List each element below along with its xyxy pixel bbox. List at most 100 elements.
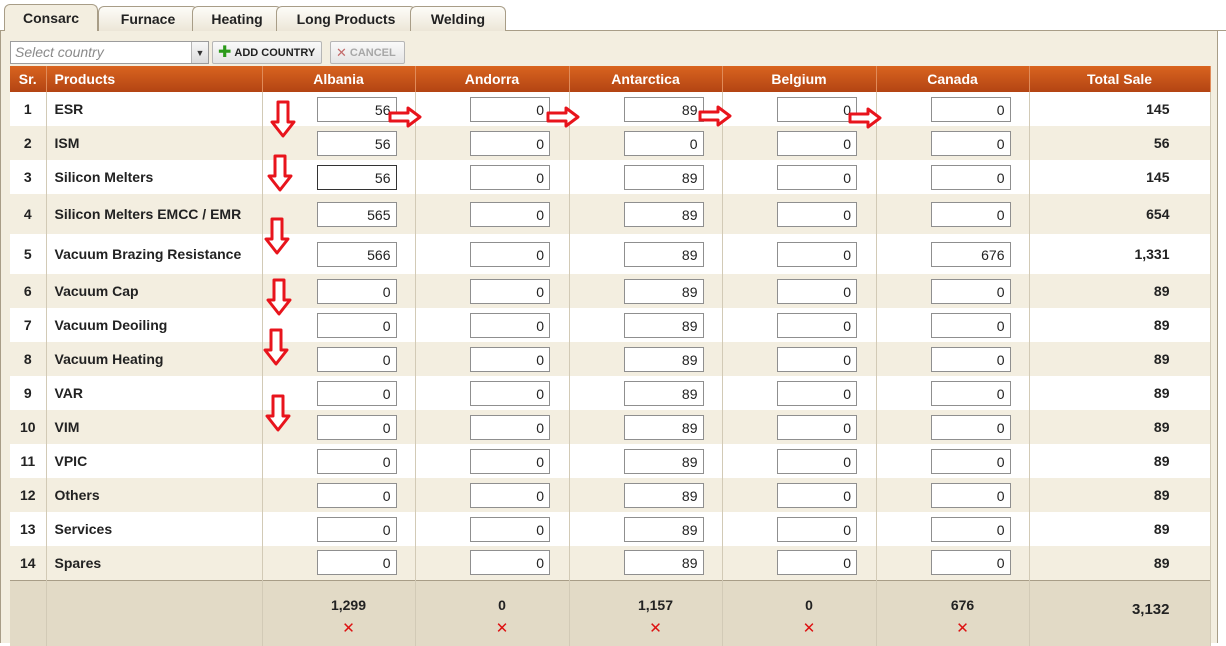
sale-input[interactable]: 0 [930,130,1011,156]
sale-input[interactable]: 0 [930,414,1011,440]
sale-input[interactable]: 566 [316,241,397,267]
sale-input[interactable]: 0 [777,414,857,440]
sale-input[interactable]: 0 [470,550,550,576]
sale-input[interactable]: 0 [930,346,1011,372]
sale-input[interactable]: 0 [930,96,1011,122]
table-row: 8 Vacuum Heating 0 0 89 0 0 89 [10,342,1211,376]
sale-input[interactable]: 0 [316,414,397,440]
sale-input[interactable]: 89 [623,96,704,122]
sale-input[interactable]: 56 [316,130,397,156]
tab-consarc[interactable]: Consarc [4,4,98,32]
sale-input[interactable]: 0 [470,96,550,122]
sale-input[interactable]: 565 [316,201,397,227]
sale-input[interactable]: 89 [623,380,704,406]
sale-input[interactable]: 89 [623,201,704,227]
sale-input[interactable]: 0 [470,278,550,304]
sale-input[interactable]: 89 [623,346,704,372]
sale-input[interactable]: 0 [777,130,857,156]
sale-input[interactable]: 0 [470,164,550,190]
sale-input[interactable]: 0 [930,482,1011,508]
table-row: 13 Services 0 0 89 0 0 89 [10,512,1211,546]
sale-input[interactable]: 0 [777,550,857,576]
sale-input[interactable]: 0 [316,346,397,372]
sale-input[interactable]: 0 [930,201,1011,227]
sale-input[interactable]: 0 [777,380,857,406]
product-name: Vacuum Heating [46,342,263,376]
sale-input[interactable]: 0 [777,516,857,542]
sale-input[interactable]: 89 [623,550,704,576]
header-country: Antarctica [569,66,723,92]
chevron-down-icon[interactable]: ▼ [191,42,208,63]
country-select[interactable]: Select country ▼ [10,41,209,64]
sale-input[interactable]: 0 [470,414,550,440]
table-row: 12 Others 0 0 89 0 0 89 [10,478,1211,512]
sale-input[interactable]: 676 [930,241,1011,267]
sale-input[interactable]: 0 [777,448,857,474]
sale-input[interactable]: 0 [777,96,857,122]
table-row: 1 ESR 56 0 89 0 0 145 [10,92,1211,126]
row-number: 14 [10,546,47,580]
remove-column-icon[interactable]: ✕ [743,619,876,637]
sale-input[interactable]: 89 [623,164,704,190]
sale-input[interactable]: 0 [930,448,1011,474]
sale-input[interactable]: 0 [316,550,397,576]
remove-column-icon[interactable]: ✕ [436,619,569,637]
sale-input[interactable]: 0 [777,346,857,372]
sale-input[interactable]: 0 [777,278,857,304]
tab-furnace[interactable]: Furnace [98,6,198,31]
sale-input[interactable]: 0 [777,312,857,338]
tab-long-products[interactable]: Long Products [276,6,416,31]
sale-input[interactable]: 56 [316,164,397,190]
sale-input[interactable]: 0 [316,312,397,338]
remove-column-icon[interactable]: ✕ [590,619,722,637]
cancel-button[interactable]: ✕ CANCEL [330,41,405,64]
sale-input[interactable]: 0 [470,448,550,474]
sale-input[interactable]: 0 [470,516,550,542]
header-country: Belgium [722,66,877,92]
tab-heating[interactable]: Heating [192,6,282,31]
sale-input[interactable]: 89 [623,278,704,304]
sale-input[interactable]: 0 [930,164,1011,190]
sale-input[interactable]: 0 [470,482,550,508]
sale-input[interactable]: 0 [470,241,550,267]
row-total: 56 [1029,126,1211,160]
row-number: 4 [10,194,47,234]
sale-input[interactable]: 56 [316,96,397,122]
row-total: 89 [1029,512,1211,546]
remove-column-icon[interactable]: ✕ [283,619,415,637]
remove-column-icon[interactable]: ✕ [897,619,1029,637]
sale-input[interactable]: 0 [316,380,397,406]
sale-input[interactable]: 0 [777,201,857,227]
sale-input[interactable]: 0 [470,346,550,372]
sale-input[interactable]: 0 [930,380,1011,406]
sale-input[interactable]: 0 [470,201,550,227]
sale-input[interactable]: 89 [623,516,704,542]
sale-input[interactable]: 0 [930,278,1011,304]
sale-input[interactable]: 0 [470,312,550,338]
sale-input[interactable]: 0 [930,312,1011,338]
table-row: 10 VIM 0 0 89 0 0 89 [10,410,1211,444]
sale-input[interactable]: 0 [777,482,857,508]
sale-input[interactable]: 0 [777,164,857,190]
sale-input[interactable]: 0 [316,448,397,474]
sale-input[interactable]: 0 [930,550,1011,576]
sale-input[interactable]: 89 [623,312,704,338]
product-name: ESR [46,92,263,126]
table-row: 7 Vacuum Deoiling 0 0 89 0 0 89 [10,308,1211,342]
sale-input[interactable]: 0 [930,516,1011,542]
sale-input[interactable]: 0 [316,482,397,508]
sale-input[interactable]: 89 [623,241,704,267]
sale-input[interactable]: 0 [470,380,550,406]
sale-input[interactable]: 0 [470,130,550,156]
table-row: 6 Vacuum Cap 0 0 89 0 0 89 [10,274,1211,308]
sale-input[interactable]: 89 [623,414,704,440]
tab-welding[interactable]: Welding [410,6,506,31]
row-number: 8 [10,342,47,376]
sale-input[interactable]: 89 [623,482,704,508]
sale-input[interactable]: 0 [316,516,397,542]
sale-input[interactable]: 0 [316,278,397,304]
sale-input[interactable]: 0 [777,241,857,267]
sale-input[interactable]: 0 [623,130,704,156]
add-country-button[interactable]: ✚ ADD COUNTRY [212,41,322,64]
sale-input[interactable]: 89 [623,448,704,474]
